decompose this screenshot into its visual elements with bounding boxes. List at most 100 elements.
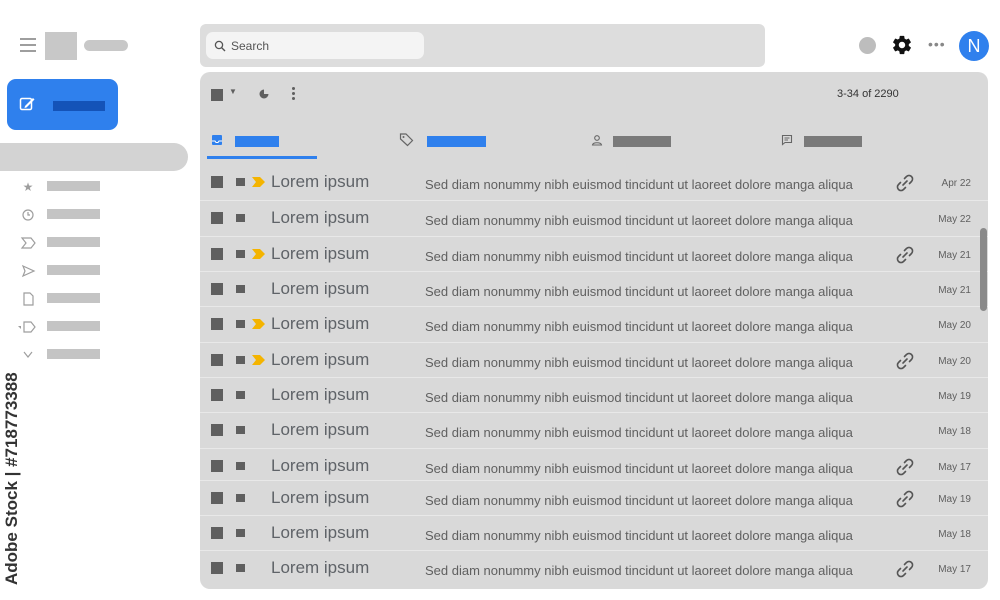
important-marker-icon[interactable] <box>252 319 265 329</box>
email-row[interactable]: Lorem ipsum Sed diam nonummy nibh euismod… <box>200 200 988 236</box>
row-checkbox[interactable] <box>211 460 223 472</box>
sidebar-item-labels[interactable] <box>18 318 108 346</box>
select-dropdown-icon[interactable]: ▼ <box>229 87 237 96</box>
sidebar-item-drafts[interactable] <box>18 290 108 318</box>
sidebar-item-more[interactable] <box>18 346 108 374</box>
tab-promotions[interactable] <box>390 124 580 160</box>
sidebar-item-snoozed[interactable] <box>18 206 108 234</box>
email-snippet: Sed diam nonummy nibh euismod tincidunt … <box>425 319 853 334</box>
email-row[interactable]: Lorem ipsum Sed diam nonummy nibh euismod… <box>200 515 988 551</box>
email-date: May 22 <box>938 214 971 225</box>
sidebar-item-sent[interactable] <box>18 262 108 290</box>
email-row[interactable]: Lorem ipsum Sed diam nonummy nibh euismod… <box>200 550 988 586</box>
link-icon[interactable] <box>894 488 916 510</box>
email-row[interactable]: Lorem ipsum Sed diam nonummy nibh euismod… <box>200 271 988 307</box>
star-toggle-icon[interactable] <box>236 462 245 470</box>
email-date: May 21 <box>938 250 971 261</box>
email-sender: Lorem ipsum <box>271 279 370 298</box>
category-tabs <box>200 124 988 160</box>
clock-icon <box>22 209 34 221</box>
link-icon[interactable] <box>894 350 916 372</box>
sidebar-nav: ★ <box>18 178 108 374</box>
star-toggle-icon[interactable] <box>236 178 245 186</box>
star-toggle-icon[interactable] <box>236 356 245 364</box>
star-toggle-icon[interactable] <box>236 285 245 293</box>
compose-button[interactable] <box>7 79 118 130</box>
search-input[interactable] <box>231 38 411 53</box>
link-icon[interactable] <box>894 172 916 194</box>
email-sender: Lorem ipsum <box>271 385 370 404</box>
star-toggle-icon[interactable] <box>236 250 245 258</box>
important-marker-icon[interactable] <box>252 355 265 365</box>
more-actions-icon[interactable] <box>292 87 296 103</box>
pagination-count: 3-34 of 2290 <box>837 88 899 100</box>
search-box[interactable] <box>206 32 424 59</box>
email-sender: Lorem ipsum <box>271 350 370 369</box>
email-row[interactable]: Lorem ipsum Sed diam nonummy nibh euismod… <box>200 165 988 201</box>
star-toggle-icon[interactable] <box>236 214 245 222</box>
sidebar-item-active[interactable] <box>0 143 188 171</box>
select-all-checkbox[interactable] <box>211 89 223 101</box>
link-icon[interactable] <box>894 456 916 478</box>
row-checkbox[interactable] <box>211 212 223 224</box>
status-indicator[interactable] <box>859 37 876 54</box>
row-checkbox[interactable] <box>211 318 223 330</box>
important-marker-icon[interactable] <box>252 177 265 187</box>
email-snippet: Sed diam nonummy nibh euismod tincidunt … <box>425 284 853 299</box>
star-icon: ★ <box>22 180 34 194</box>
more-options-icon[interactable]: ••• <box>928 36 946 52</box>
sidebar-item-starred[interactable]: ★ <box>18 178 108 206</box>
email-row[interactable]: Lorem ipsum Sed diam nonummy nibh euismod… <box>200 412 988 448</box>
tab-social[interactable] <box>580 124 770 160</box>
email-row[interactable]: Lorem ipsum Sed diam nonummy nibh euismod… <box>200 342 988 378</box>
file-icon <box>23 292 34 306</box>
row-checkbox[interactable] <box>211 248 223 260</box>
stock-watermark-text: Adobe Stock | #718773388 <box>2 372 21 585</box>
star-toggle-icon[interactable] <box>236 426 245 434</box>
email-snippet: Sed diam nonummy nibh euismod tincidunt … <box>425 249 853 264</box>
row-checkbox[interactable] <box>211 492 223 504</box>
refresh-icon[interactable] <box>258 88 270 100</box>
email-sender: Lorem ipsum <box>271 456 370 475</box>
row-checkbox[interactable] <box>211 424 223 436</box>
scrollbar[interactable] <box>980 228 987 311</box>
email-row[interactable]: Lorem ipsum Sed diam nonummy nibh euismod… <box>200 448 988 484</box>
row-checkbox[interactable] <box>211 354 223 366</box>
gear-icon[interactable] <box>891 34 913 56</box>
send-icon <box>21 264 36 278</box>
star-toggle-icon[interactable] <box>236 564 245 572</box>
star-toggle-icon[interactable] <box>236 391 245 399</box>
mail-panel: ▼ 3-34 of 2290 Lorem ipsum Sed diam nonu… <box>200 72 988 589</box>
email-date: May 17 <box>938 564 971 575</box>
row-checkbox[interactable] <box>211 527 223 539</box>
email-date: May 21 <box>938 285 971 296</box>
star-toggle-icon[interactable] <box>236 529 245 537</box>
email-date: May 20 <box>938 320 971 331</box>
important-marker-icon[interactable] <box>252 249 265 259</box>
tag-icon <box>399 133 414 147</box>
link-icon[interactable] <box>894 244 916 266</box>
star-toggle-icon[interactable] <box>236 320 245 328</box>
avatar[interactable]: N <box>959 31 989 61</box>
star-toggle-icon[interactable] <box>236 494 245 502</box>
row-checkbox[interactable] <box>211 562 223 574</box>
tab-primary[interactable] <box>200 124 390 160</box>
row-checkbox[interactable] <box>211 389 223 401</box>
email-snippet: Sed diam nonummy nibh euismod tincidunt … <box>425 563 853 578</box>
email-row[interactable]: Lorem ipsum Sed diam nonummy nibh euismod… <box>200 480 988 516</box>
link-icon[interactable] <box>894 558 916 580</box>
email-row[interactable]: Lorem ipsum Sed diam nonummy nibh euismod… <box>200 306 988 342</box>
email-row[interactable]: Lorem ipsum Sed diam nonummy nibh euismod… <box>200 236 988 272</box>
email-row[interactable]: Lorem ipsum Sed diam nonummy nibh euismod… <box>200 377 988 413</box>
pencil-icon <box>19 97 35 111</box>
row-checkbox[interactable] <box>211 176 223 188</box>
email-snippet: Sed diam nonummy nibh euismod tincidunt … <box>425 355 853 370</box>
menu-icon[interactable] <box>20 38 36 52</box>
tab-updates[interactable] <box>770 124 988 160</box>
app-logo <box>45 32 77 60</box>
label-icon <box>18 321 36 333</box>
email-date: May 18 <box>938 529 971 540</box>
sidebar-item-important[interactable] <box>18 234 108 262</box>
chat-icon <box>781 134 793 146</box>
row-checkbox[interactable] <box>211 283 223 295</box>
